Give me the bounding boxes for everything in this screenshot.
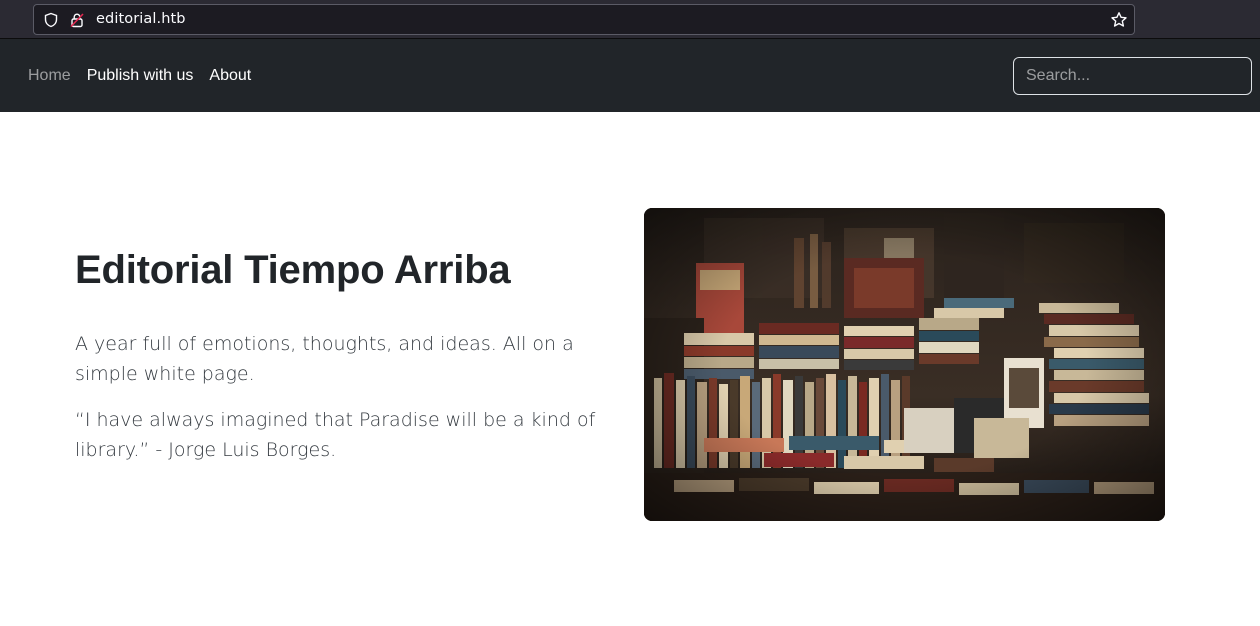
bookmark-star-icon[interactable] (1110, 11, 1128, 29)
hero-lead-text: A year full of emotions, thoughts, and i… (75, 333, 574, 385)
nav-publish-link[interactable]: Publish with us (87, 64, 194, 88)
browser-toolbar: editorial.htb (0, 0, 1260, 39)
nav-about-link[interactable]: About (209, 64, 251, 88)
nav-home-link[interactable]: Home (28, 64, 71, 88)
page-title: Editorial Tiempo Arriba (75, 248, 511, 292)
hero-quote: “I have always imagined that Paradise wi… (75, 409, 596, 461)
address-bar[interactable]: editorial.htb (33, 4, 1135, 35)
books-illustration (644, 208, 1165, 521)
shield-icon[interactable] (43, 12, 59, 28)
search-input[interactable] (1013, 57, 1252, 95)
books-photo (644, 208, 1165, 521)
nav-links: Home Publish with us About (28, 64, 267, 88)
url-text[interactable]: editorial.htb (96, 11, 186, 27)
lock-icon[interactable] (69, 12, 85, 28)
